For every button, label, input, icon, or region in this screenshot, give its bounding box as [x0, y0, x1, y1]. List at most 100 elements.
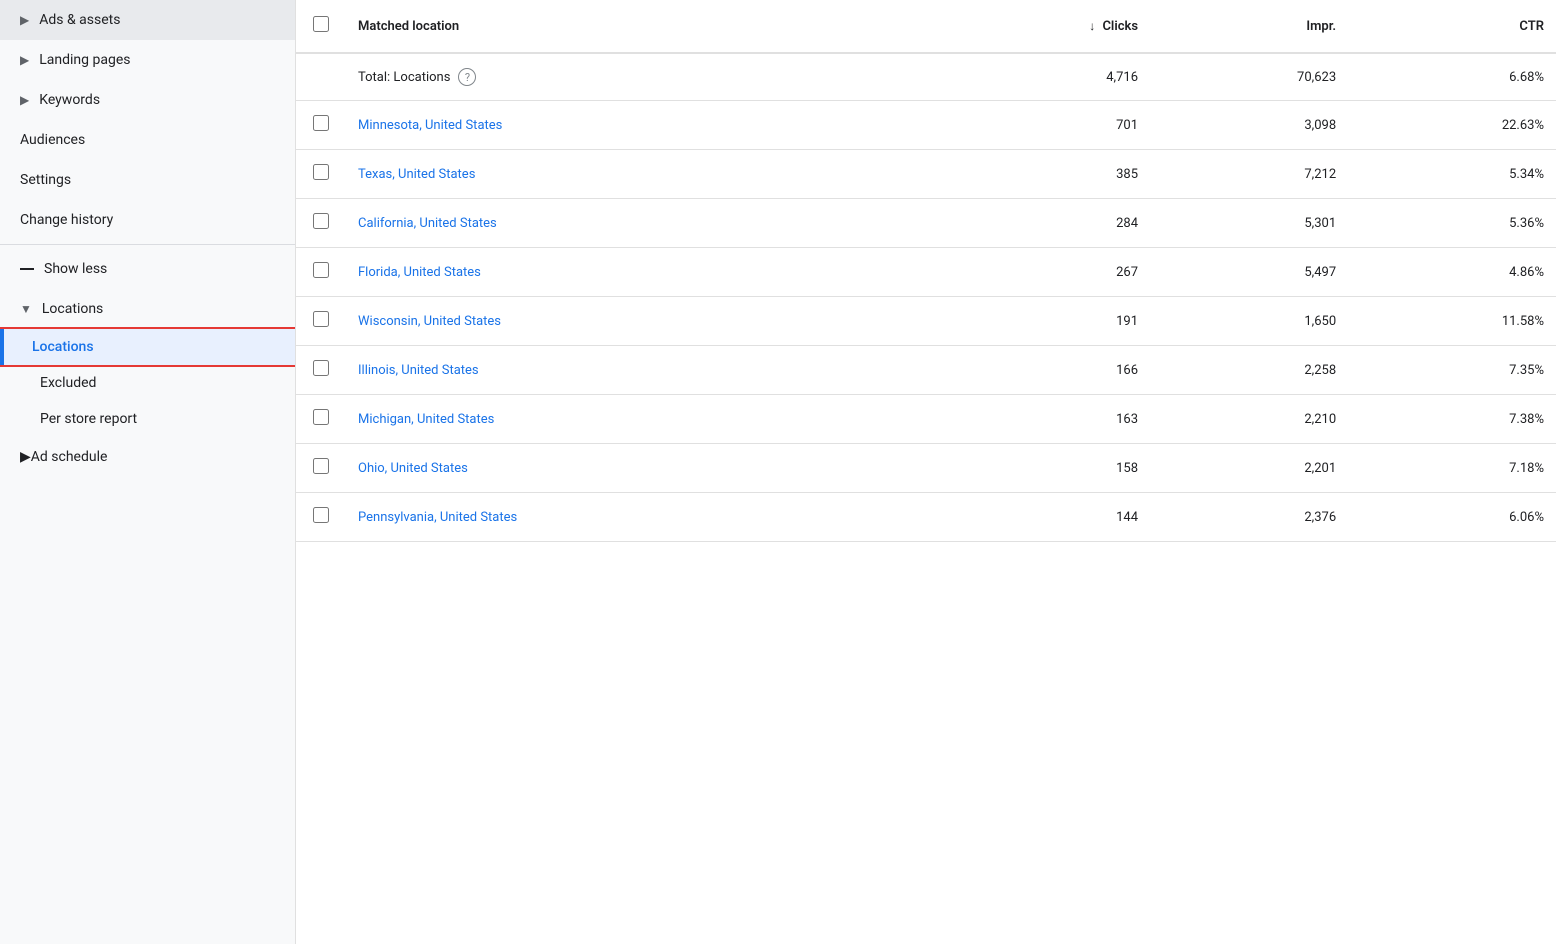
total-impr: 70,623	[1150, 53, 1348, 101]
sort-down-icon: ↓	[1089, 19, 1095, 33]
sidebar-item-change-history[interactable]: Change history	[0, 200, 295, 240]
sidebar-item-audiences[interactable]: Audiences	[0, 120, 295, 160]
help-icon[interactable]: ?	[458, 68, 476, 86]
show-less-button[interactable]: Show less	[0, 249, 295, 289]
chevron-right-icon: ▶	[20, 449, 31, 465]
header-label: Matched location	[358, 19, 459, 34]
row-impr: 2,258	[1150, 346, 1348, 395]
locations-parent-label: Locations	[42, 301, 103, 317]
table-row: Michigan, United States1632,2107.38%	[296, 395, 1556, 444]
row-checkbox-cell[interactable]	[296, 199, 346, 248]
row-checkbox-cell[interactable]	[296, 493, 346, 542]
sidebar-item-settings[interactable]: Settings	[0, 160, 295, 200]
table-row: California, United States2845,3015.36%	[296, 199, 1556, 248]
location-link[interactable]: Texas, United States	[358, 167, 475, 182]
row-checkbox-cell[interactable]	[296, 346, 346, 395]
sidebar-item-per-store-report[interactable]: Per store report	[0, 401, 295, 437]
row-impr: 1,650	[1150, 297, 1348, 346]
row-checkbox-cell[interactable]	[296, 101, 346, 150]
row-clicks: 385	[921, 150, 1150, 199]
total-clicks: 4,716	[921, 53, 1150, 101]
location-link[interactable]: Pennsylvania, United States	[358, 510, 517, 525]
total-label-cell: Total: Locations ?	[346, 53, 921, 101]
sidebar-item-ads-assets[interactable]: ▶ Ads & assets	[0, 0, 295, 40]
row-impr: 2,376	[1150, 493, 1348, 542]
dash-icon	[20, 268, 34, 270]
table-header-row: Matched location ↓ Clicks Impr. CTR	[296, 0, 1556, 53]
table-row: Texas, United States3857,2125.34%	[296, 150, 1556, 199]
sidebar-item-label: Keywords	[39, 92, 100, 108]
row-clicks: 163	[921, 395, 1150, 444]
row-location-cell: California, United States	[346, 199, 921, 248]
row-ctr: 4.86%	[1348, 248, 1556, 297]
sidebar-item-locations[interactable]: Locations	[0, 329, 295, 365]
select-all-checkbox[interactable]	[313, 16, 329, 32]
row-location-cell: Texas, United States	[346, 150, 921, 199]
row-checkbox[interactable]	[313, 409, 329, 425]
row-ctr: 22.63%	[1348, 101, 1556, 150]
chevron-right-icon: ▶	[20, 53, 29, 67]
header-label: Impr.	[1306, 19, 1336, 34]
header-matched-location[interactable]: Matched location	[346, 0, 921, 53]
row-checkbox[interactable]	[313, 262, 329, 278]
header-label: CTR	[1519, 19, 1544, 34]
sidebar: ▶ Ads & assets ▶ Landing pages ▶ Keyword…	[0, 0, 296, 944]
table-row: Ohio, United States1582,2017.18%	[296, 444, 1556, 493]
row-checkbox[interactable]	[313, 115, 329, 131]
row-checkbox-cell[interactable]	[296, 248, 346, 297]
header-impr[interactable]: Impr.	[1150, 0, 1348, 53]
row-location-cell: Minnesota, United States	[346, 101, 921, 150]
table-row: Illinois, United States 1662,2587.35%	[296, 346, 1556, 395]
location-link[interactable]: Illinois, United States	[358, 363, 479, 378]
location-link[interactable]: Minnesota, United States	[358, 118, 502, 133]
row-checkbox[interactable]	[313, 507, 329, 523]
row-impr: 5,301	[1150, 199, 1348, 248]
total-label-text: Total: Locations	[358, 70, 450, 85]
row-location-cell: Wisconsin, United States	[346, 297, 921, 346]
sidebar-item-keywords[interactable]: ▶ Keywords	[0, 80, 295, 120]
row-checkbox[interactable]	[313, 311, 329, 327]
sidebar-item-label: Ad schedule	[31, 449, 108, 465]
sidebar-child-label: Excluded	[40, 375, 96, 391]
locations-table: Matched location ↓ Clicks Impr. CTR	[296, 0, 1556, 542]
row-clicks: 701	[921, 101, 1150, 150]
total-ctr: 6.68%	[1348, 53, 1556, 101]
chevron-down-icon: ▼	[20, 302, 32, 316]
row-checkbox-cell[interactable]	[296, 444, 346, 493]
chevron-right-icon: ▶	[20, 93, 29, 107]
row-clicks: 166	[921, 346, 1150, 395]
location-link[interactable]: Wisconsin, United States	[358, 314, 501, 329]
location-link[interactable]: California, United States	[358, 216, 497, 231]
main-content: Matched location ↓ Clicks Impr. CTR	[296, 0, 1556, 944]
header-checkbox-cell[interactable]	[296, 0, 346, 53]
row-clicks: 267	[921, 248, 1150, 297]
row-checkbox-cell[interactable]	[296, 395, 346, 444]
sidebar-item-ad-schedule[interactable]: ▶ Ad schedule	[0, 437, 295, 477]
row-checkbox-cell[interactable]	[296, 150, 346, 199]
row-location-cell: Illinois, United States	[346, 346, 921, 395]
table-row: Pennsylvania, United States1442,3766.06%	[296, 493, 1556, 542]
row-checkbox[interactable]	[313, 360, 329, 376]
sidebar-item-excluded[interactable]: Excluded	[0, 365, 295, 401]
sidebar-item-label: Ads & assets	[39, 12, 120, 28]
row-ctr: 7.35%	[1348, 346, 1556, 395]
sidebar-item-label: Settings	[20, 172, 71, 188]
row-ctr: 5.36%	[1348, 199, 1556, 248]
row-checkbox[interactable]	[313, 213, 329, 229]
sidebar-item-label: Audiences	[20, 132, 85, 148]
locations-parent-item[interactable]: ▼ Locations	[0, 289, 295, 329]
row-checkbox[interactable]	[313, 164, 329, 180]
row-checkbox-cell[interactable]	[296, 297, 346, 346]
header-ctr[interactable]: CTR	[1348, 0, 1556, 53]
location-link[interactable]: Florida, United States	[358, 265, 481, 280]
location-link[interactable]: Michigan, United States	[358, 412, 494, 427]
row-impr: 7,212	[1150, 150, 1348, 199]
header-clicks[interactable]: ↓ Clicks	[921, 0, 1150, 53]
row-clicks: 191	[921, 297, 1150, 346]
sidebar-divider	[0, 244, 295, 245]
chevron-right-icon: ▶	[20, 13, 29, 27]
location-link[interactable]: Ohio, United States	[358, 461, 468, 476]
sidebar-item-landing-pages[interactable]: ▶ Landing pages	[0, 40, 295, 80]
row-checkbox[interactable]	[313, 458, 329, 474]
row-location-cell: Florida, United States	[346, 248, 921, 297]
